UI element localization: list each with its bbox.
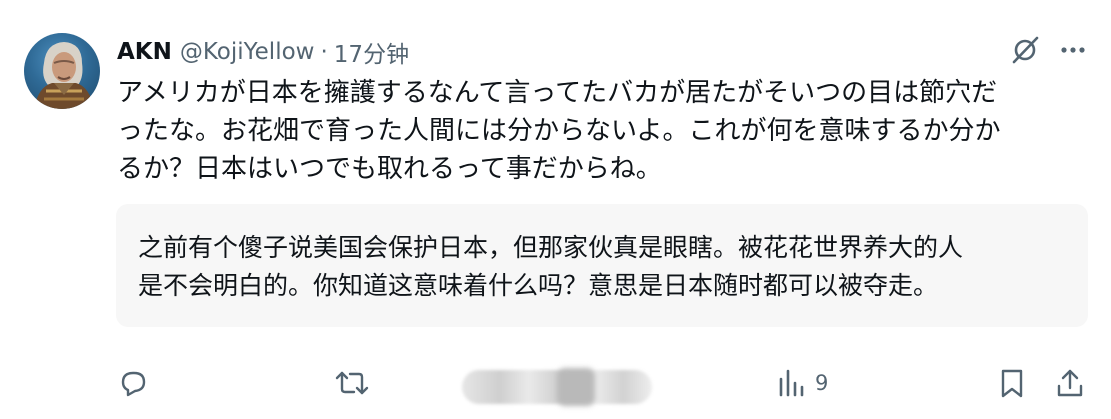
author-handle[interactable]: @KojiYellow (180, 39, 315, 65)
reply-button[interactable] (117, 362, 149, 404)
translation-text: 之前有个傻子说美国会保护日本，但那家伙真是眼瞎。被花花世界养大的人 是不会明白的… (138, 233, 964, 300)
post-text: アメリカが日本を擁護するなんて言ってたバカが居たがそいつの目は節穴だ ったな。お… (117, 78, 1001, 184)
grok-icon[interactable] (1009, 34, 1041, 66)
obscured-area (462, 370, 652, 404)
repost-icon (335, 371, 369, 395)
share-button[interactable] (1055, 362, 1085, 404)
bookmark-icon (1001, 369, 1023, 398)
repost-button[interactable] (334, 362, 370, 404)
views-icon (779, 369, 804, 397)
avatar[interactable] (24, 33, 100, 109)
translation-box: 之前有个傻子说美国会保护日本，但那家伙真是眼瞎。被花花世界养大的人 是不会明白的… (116, 204, 1088, 327)
bookmark-button[interactable] (998, 362, 1026, 404)
top-right-actions (1009, 34, 1087, 66)
author-display-name[interactable]: AKN (117, 39, 172, 65)
views-button[interactable]: 9 (777, 362, 828, 404)
reply-icon (121, 371, 146, 397)
post-timestamp[interactable]: 17分钟 (334, 35, 409, 69)
separator-dot: · (320, 39, 328, 65)
views-count: 9 (815, 371, 829, 395)
share-icon (1057, 369, 1083, 397)
tweet-header: AKN @KojiYellow · 17分钟 (117, 34, 409, 70)
more-dots-icon[interactable] (1059, 36, 1087, 64)
tweet: AKN @KojiYellow · 17分钟 アメリカが日本を擁護するなんて言っ… (0, 0, 1111, 419)
